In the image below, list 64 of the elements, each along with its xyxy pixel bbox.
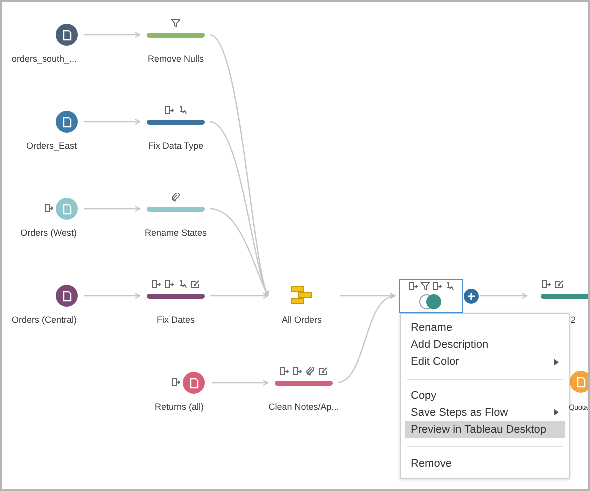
- flow-arrow: [84, 32, 140, 38]
- plus-icon: [467, 292, 476, 301]
- flow-arrow: [480, 293, 528, 299]
- flow-arrow: [84, 119, 140, 125]
- menu-item[interactable]: Copy: [405, 388, 565, 404]
- step-bar[interactable]: [147, 294, 205, 299]
- flow-arrow: [212, 380, 268, 386]
- filter-icon: [420, 282, 430, 291]
- document-icon: [576, 376, 586, 388]
- document-icon: [62, 30, 72, 40]
- node-label: Orders (West): [20, 228, 77, 238]
- step-bar[interactable]: [147, 120, 205, 125]
- node-label: Fix Dates: [157, 315, 195, 325]
- paperclip-icon: [172, 193, 180, 202]
- node-label: Remove Nulls: [148, 54, 204, 64]
- node-label: Orders_East: [26, 141, 77, 151]
- flow-arrow: [84, 206, 140, 212]
- node-label: 2: [571, 315, 576, 325]
- menu-item[interactable]: Edit Color: [405, 354, 565, 371]
- menu-item[interactable]: Add Description: [405, 336, 565, 354]
- document-icon: [62, 116, 72, 128]
- column-icon: [44, 204, 54, 213]
- column-icon: [152, 280, 161, 289]
- column-icon: [432, 282, 442, 291]
- node-label: Rename States: [144, 228, 208, 238]
- paperclip-icon: [306, 367, 315, 376]
- add-button[interactable]: [464, 289, 479, 304]
- menu-item[interactable]: Remove: [405, 455, 565, 472]
- column-icon: [542, 280, 551, 289]
- column-icon: [293, 367, 302, 376]
- menu-item[interactable]: Preview in Tableau Desktop: [405, 421, 565, 438]
- step-bar[interactable]: [275, 381, 333, 386]
- column-icon: [172, 378, 180, 387]
- node-label: Fix Data Type: [148, 141, 204, 151]
- data-source-node[interactable]: [570, 371, 588, 393]
- flow-arrow: [84, 293, 140, 299]
- step-bar[interactable]: [147, 33, 205, 38]
- data-source-node[interactable]: [56, 285, 78, 307]
- pencil-icon: [555, 280, 564, 289]
- data-source-node[interactable]: [183, 372, 205, 394]
- venn-icon: [419, 294, 443, 310]
- document-icon: [62, 290, 72, 302]
- data-source-node[interactable]: [56, 24, 78, 46]
- menu-item[interactable]: Save Steps as Flow: [405, 404, 565, 422]
- data-source-node[interactable]: [56, 111, 78, 133]
- step-bar[interactable]: [147, 207, 205, 212]
- node-label: Clean Notes/Ap...: [268, 402, 340, 412]
- node-label: Orders (Central): [12, 315, 77, 325]
- union-icon[interactable]: [291, 286, 313, 305]
- node-label: orders_south_...: [12, 54, 77, 64]
- column-icon: [165, 106, 174, 115]
- menu-item[interactable]: Rename: [405, 320, 565, 337]
- pencil-icon: [191, 280, 200, 289]
- pencil-icon: [319, 367, 328, 376]
- column-icon: [280, 367, 289, 376]
- node-label: All Orders: [282, 315, 322, 325]
- data-source-node[interactable]: [56, 198, 78, 220]
- document-icon: [62, 204, 72, 214]
- document-icon: [190, 378, 198, 388]
- filter-icon: [172, 19, 180, 28]
- node-label: Returns (all): [154, 402, 204, 412]
- join-node[interactable]: [399, 279, 463, 313]
- column-icon: [165, 280, 174, 289]
- column-icon: [408, 282, 418, 291]
